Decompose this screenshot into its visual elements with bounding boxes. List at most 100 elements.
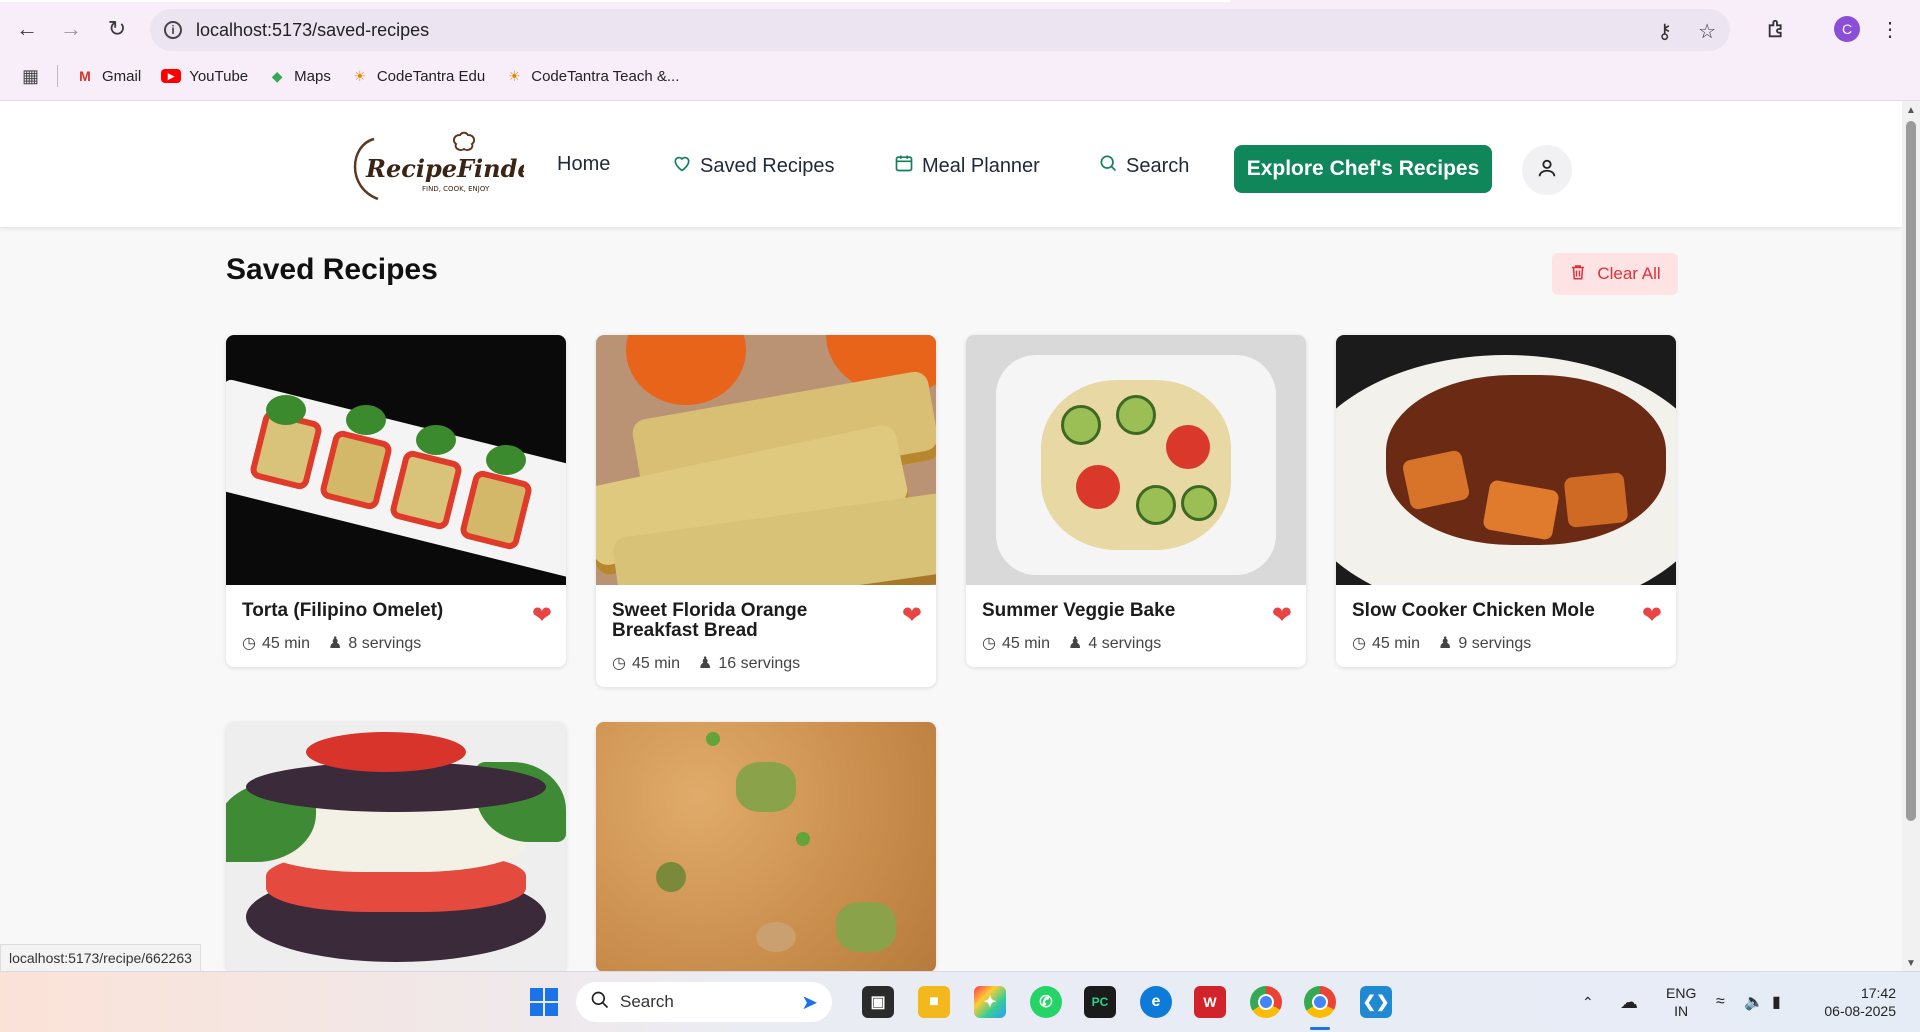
scrollbar-thumb[interactable] <box>1906 121 1916 821</box>
recipe-image-vegetable-rice[interactable] <box>596 722 936 971</box>
bookmark-label: Gmail <box>102 67 142 85</box>
heart-filled-icon[interactable]: ❤ <box>1272 601 1292 630</box>
recipe-card[interactable]: Torta (Filipino Omelet) ❤ ◷ 45 min ♟ 8 ser… <box>226 335 566 667</box>
windows-start-icon[interactable] <box>528 986 560 1018</box>
file-explorer-icon[interactable]: ■ <box>918 986 950 1018</box>
recipe-card[interactable]: Sweet Florida Orange Breakfast Bread ❤ ◷… <box>596 335 936 687</box>
url-text: localhost:5173/saved-recipes <box>196 19 430 40</box>
page-scrollbar[interactable]: ▲ ▼ <box>1902 101 1920 971</box>
recipe-title[interactable]: Slow Cooker Chicken Mole <box>1352 601 1612 621</box>
recipe-title[interactable]: Summer Veggie Bake <box>982 601 1242 621</box>
bookmark-divider <box>57 65 59 87</box>
recipe-card[interactable] <box>226 722 566 971</box>
onedrive-icon[interactable]: ☁ <box>1620 972 1638 1032</box>
bookmark-codetantra-teach[interactable]: ☀ CodeTantra Teach &... <box>505 67 679 85</box>
heart-filled-icon[interactable]: ❤ <box>1642 601 1662 630</box>
profile-avatar[interactable]: C <box>1834 14 1860 44</box>
time-label: 45 min <box>631 655 680 672</box>
user-menu-button[interactable] <box>1522 145 1572 195</box>
apps-grid-icon[interactable]: ▦ <box>22 66 39 87</box>
recipe-image-orange-bread[interactable] <box>596 335 936 585</box>
recipe-image-veggie-bake[interactable] <box>966 335 1306 585</box>
bookmark-gmail[interactable]: M Gmail <box>76 67 141 85</box>
calendar-icon <box>894 153 914 179</box>
wifi-icon[interactable]: ≈ <box>1716 972 1725 1032</box>
recipe-title[interactable]: Sweet Florida Orange Breakfast Bread <box>612 601 872 641</box>
forward-icon[interactable]: → <box>56 14 86 44</box>
show-hidden-icons[interactable]: ⌃ <box>1582 972 1594 1032</box>
taskbar-search-label: Search <box>620 992 674 1011</box>
recipe-image-omelet[interactable] <box>226 335 566 585</box>
language-indicator[interactable]: ENG IN <box>1666 972 1696 1032</box>
clock-icon: ◷ <box>1352 635 1366 652</box>
site-logo[interactable]: RecipeFinder FIND, COOK, ENJOY <box>344 127 548 207</box>
bookmark-youtube[interactable]: ▶ YouTube <box>161 68 248 85</box>
recipe-card[interactable] <box>596 722 936 971</box>
recipe-servings: ♟ 16 servings <box>698 653 800 673</box>
battery-icon[interactable]: ▮ <box>1772 972 1781 1032</box>
scroll-up-arrow[interactable]: ▲ <box>1906 105 1916 116</box>
copilot-app-icon[interactable]: ✦ <box>974 986 1006 1018</box>
users-icon: ♟ <box>1438 635 1453 652</box>
explore-chefs-button[interactable]: Explore Chef's Recipes <box>1234 145 1492 193</box>
recipe-image-chicken-mole[interactable] <box>1336 335 1676 585</box>
task-view-icon[interactable]: ▣ <box>862 986 894 1018</box>
vscode-icon[interactable]: ❮❯ <box>1360 986 1392 1018</box>
nav-home[interactable]: Home <box>557 153 610 176</box>
time-label: 45 min <box>1001 635 1050 652</box>
page-viewport: RecipeFinder FIND, COOK, ENJOY Home Save… <box>0 101 1902 971</box>
address-bar[interactable]: i localhost:5173/saved-recipes ⚷ ☆ <box>150 9 1730 51</box>
recipe-card[interactable]: Slow Cooker Chicken Mole ❤ ◷ 45 min ♟ 9 se… <box>1336 335 1676 667</box>
chrome-icon[interactable] <box>1250 986 1282 1018</box>
copilot-icon: ➤ <box>801 991 818 1014</box>
edge-icon[interactable]: e <box>1140 986 1172 1018</box>
bookmark-label: CodeTantra Edu <box>376 67 486 85</box>
nav-saved-recipes[interactable]: Saved Recipes <box>672 153 835 179</box>
clock-icon: ◷ <box>612 655 626 672</box>
recipe-time: ◷ 45 min <box>612 653 680 673</box>
heart-filled-icon[interactable]: ❤ <box>532 601 552 630</box>
clear-all-button[interactable]: Clear All <box>1552 253 1678 295</box>
nav-search[interactable]: Search <box>1098 153 1189 179</box>
site-info-icon[interactable]: i <box>164 21 182 39</box>
recipe-card[interactable]: Summer Veggie Bake ❤ ◷ 45 min ♟ 4 servings <box>966 335 1306 667</box>
recipe-servings: ♟ 8 servings <box>328 633 421 653</box>
recipe-title[interactable]: Torta (Filipino Omelet) <box>242 601 502 621</box>
volume-icon[interactable]: 🔈 <box>1744 972 1764 1032</box>
gmail-icon: M <box>79 68 91 84</box>
search-icon <box>590 990 610 1015</box>
whatsapp-icon[interactable]: ✆ <box>1030 986 1062 1018</box>
users-icon: ♟ <box>328 635 343 652</box>
menu-icon[interactable]: ⋮ <box>1880 14 1900 44</box>
lang-bottom: IN <box>1674 1003 1689 1019</box>
bookmark-codetantra-edu[interactable]: ☀ CodeTantra Edu <box>351 67 486 85</box>
reload-icon[interactable]: ↻ <box>102 14 132 44</box>
back-icon[interactable]: ← <box>12 14 42 44</box>
pycharm-icon[interactable]: PC <box>1084 986 1116 1018</box>
bookmark-label: YouTube <box>189 67 249 85</box>
trash-icon <box>1569 262 1587 287</box>
key-icon[interactable]: ⚷ <box>1657 19 1672 44</box>
clock-time: 17:42 <box>1860 985 1896 1001</box>
nav-home-label: Home <box>557 153 611 175</box>
nav-meal-planner[interactable]: Meal Planner <box>894 153 1040 179</box>
star-icon[interactable]: ☆ <box>1698 19 1716 44</box>
browser-chrome: ← → ↻ i localhost:5173/saved-recipes ⚷ ☆… <box>0 0 1920 100</box>
bookmark-label: Maps <box>294 67 331 85</box>
heart-filled-icon[interactable]: ❤ <box>902 601 922 630</box>
recipe-image-eggplant-stack[interactable] <box>226 722 566 971</box>
logo-tagline: FIND, COOK, ENJOY <box>422 185 490 193</box>
clock-icon: ◷ <box>982 635 996 652</box>
clock-date: 06-08-2025 <box>1824 1003 1896 1019</box>
users-icon: ♟ <box>698 655 713 672</box>
wps-office-icon[interactable]: W <box>1194 986 1226 1018</box>
scroll-down-arrow[interactable]: ▼ <box>1906 958 1916 969</box>
recipe-servings: ♟ 4 servings <box>1068 633 1161 653</box>
extensions-icon[interactable] <box>1766 14 1788 44</box>
taskbar-search[interactable]: Search ➤ <box>576 982 832 1022</box>
clock[interactable]: 17:42 06-08-2025 <box>1814 972 1896 1032</box>
recipe-servings: ♟ 9 servings <box>1438 633 1531 653</box>
chrome-profile-icon[interactable] <box>1304 986 1336 1018</box>
bookmark-maps[interactable]: ◆ Maps <box>268 67 331 85</box>
youtube-icon: ▶ <box>161 69 182 83</box>
